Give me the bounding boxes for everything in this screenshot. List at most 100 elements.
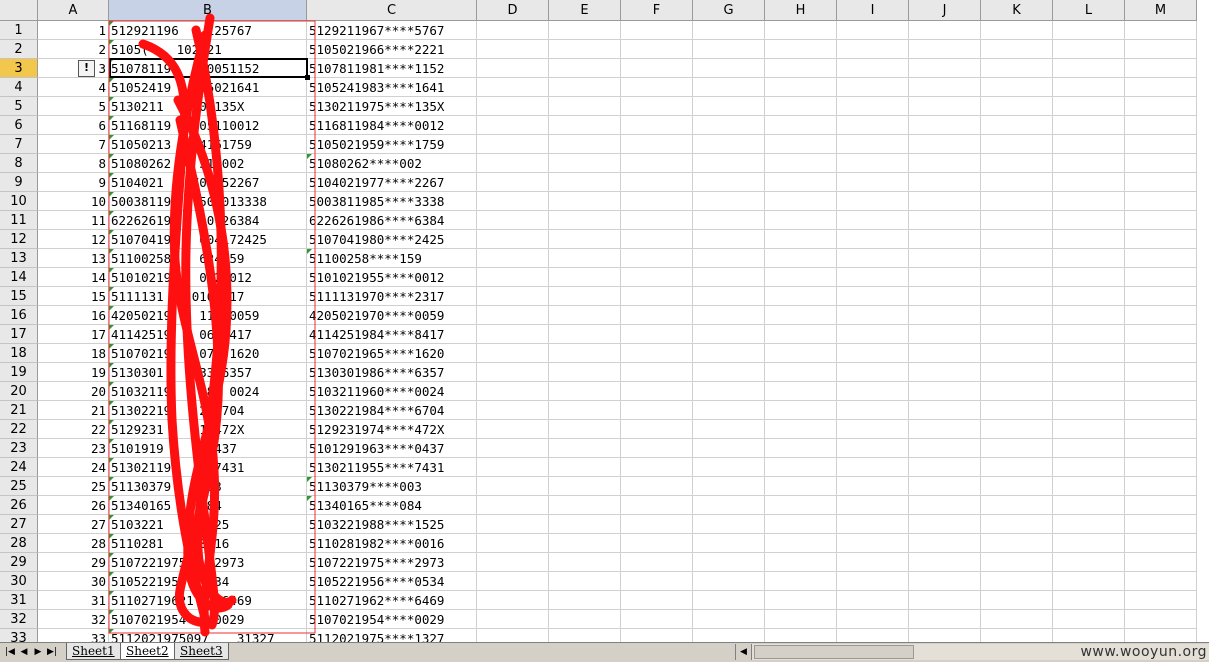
cell-e[interactable] (549, 458, 621, 477)
cell-g[interactable] (693, 534, 765, 553)
cell-k[interactable] (981, 230, 1053, 249)
cell-j[interactable] (909, 553, 981, 572)
cell-c[interactable]: 5107021965****1620 (307, 344, 477, 363)
cell-f[interactable] (621, 572, 693, 591)
tab-sheet2[interactable]: Sheet2 (120, 643, 175, 660)
cell-i[interactable] (837, 173, 909, 192)
cell-h[interactable] (765, 325, 837, 344)
cell-k[interactable] (981, 268, 1053, 287)
column-header-b[interactable]: B (109, 0, 307, 21)
row-header[interactable]: 11 (0, 211, 38, 230)
cell-i[interactable] (837, 439, 909, 458)
row-header[interactable]: 10 (0, 192, 38, 211)
cell-b[interactable]: 510522195 534 (109, 572, 307, 591)
cell-e[interactable] (549, 40, 621, 59)
cell-d[interactable] (477, 287, 549, 306)
cell-e[interactable] (549, 591, 621, 610)
cell-a[interactable]: 14 (38, 268, 109, 287)
cell-g[interactable] (693, 610, 765, 629)
cell-a[interactable]: 8 (38, 154, 109, 173)
cell-a[interactable]: 21 (38, 401, 109, 420)
cell-j[interactable] (909, 629, 981, 642)
cell-h[interactable] (765, 268, 837, 287)
cell-b[interactable]: 5130301 033 6357 (109, 363, 307, 382)
cell-l[interactable] (1053, 420, 1125, 439)
cell-f[interactable] (621, 382, 693, 401)
cell-a[interactable]: 23 (38, 439, 109, 458)
cell-c[interactable]: 5107811981****1152 (307, 59, 477, 78)
cell-a[interactable]: 16 (38, 306, 109, 325)
cell-a[interactable]: 26 (38, 496, 109, 515)
cell-j[interactable] (909, 401, 981, 420)
cell-l[interactable] (1053, 230, 1125, 249)
cell-c[interactable]: 5130301986****6357 (307, 363, 477, 382)
cell-c[interactable]: 5107041980****2425 (307, 230, 477, 249)
cell-e[interactable] (549, 572, 621, 591)
cell-f[interactable] (621, 515, 693, 534)
scroll-thumb[interactable] (754, 645, 914, 659)
cell-g[interactable] (693, 40, 765, 59)
cell-m[interactable] (1125, 287, 1197, 306)
row-header[interactable]: 16 (0, 306, 38, 325)
cell-h[interactable] (765, 78, 837, 97)
cell-l[interactable] (1053, 249, 1125, 268)
cell-j[interactable] (909, 325, 981, 344)
cell-m[interactable] (1125, 572, 1197, 591)
cell-c[interactable]: 5105021959****1759 (307, 135, 477, 154)
cell-e[interactable] (549, 629, 621, 642)
cell-l[interactable] (1053, 496, 1125, 515)
cell-g[interactable] (693, 629, 765, 642)
cell-h[interactable] (765, 154, 837, 173)
cell-f[interactable] (621, 344, 693, 363)
cell-g[interactable] (693, 515, 765, 534)
cell-g[interactable] (693, 116, 765, 135)
cell-i[interactable] (837, 97, 909, 116)
cell-c[interactable]: 51340165****084 (307, 496, 477, 515)
cell-i[interactable] (837, 154, 909, 173)
cell-c[interactable]: 5103211960****0024 (307, 382, 477, 401)
cell-f[interactable] (621, 458, 693, 477)
cell-d[interactable] (477, 344, 549, 363)
cell-b[interactable]: 51032119 080 0024 (109, 382, 307, 401)
cell-m[interactable] (1125, 401, 1197, 420)
cell-b[interactable]: 5129231 11 472X (109, 420, 307, 439)
cell-a[interactable]: 7 (38, 135, 109, 154)
cell-c[interactable]: 6226261986****6384 (307, 211, 477, 230)
cell-d[interactable] (477, 420, 549, 439)
row-header[interactable]: 5 (0, 97, 38, 116)
cell-f[interactable] (621, 268, 693, 287)
cell-b[interactable]: 51302119 087431 (109, 458, 307, 477)
row-header[interactable]: 31 (0, 591, 38, 610)
cell-j[interactable] (909, 211, 981, 230)
cell-f[interactable] (621, 249, 693, 268)
column-header-g[interactable]: G (693, 0, 765, 21)
cell-h[interactable] (765, 135, 837, 154)
cell-f[interactable] (621, 173, 693, 192)
cell-l[interactable] (1053, 40, 1125, 59)
cell-k[interactable] (981, 629, 1053, 642)
cell-f[interactable] (621, 116, 693, 135)
cell-j[interactable] (909, 135, 981, 154)
row-header[interactable]: 30 (0, 572, 38, 591)
cell-l[interactable] (1053, 287, 1125, 306)
cell-b[interactable]: 51080262 513002 (109, 154, 307, 173)
cell-b[interactable]: 51340165 084 (109, 496, 307, 515)
cell-d[interactable] (477, 154, 549, 173)
cell-f[interactable] (621, 325, 693, 344)
cell-a[interactable]: 2 (38, 40, 109, 59)
cell-l[interactable] (1053, 116, 1125, 135)
cell-m[interactable] (1125, 230, 1197, 249)
cell-i[interactable] (837, 534, 909, 553)
cell-i[interactable] (837, 40, 909, 59)
cell-d[interactable] (477, 572, 549, 591)
cell-b[interactable]: 51070219 071 1620 (109, 344, 307, 363)
cell-b[interactable]: 42050219 111 0059 (109, 306, 307, 325)
row-header[interactable]: 20 (0, 382, 38, 401)
column-header-f[interactable]: F (621, 0, 693, 21)
cell-g[interactable] (693, 591, 765, 610)
row-header[interactable]: 2 (0, 40, 38, 59)
cell-g[interactable] (693, 59, 765, 78)
cell-d[interactable] (477, 591, 549, 610)
cell-j[interactable] (909, 59, 981, 78)
cell-c[interactable]: 51130379****003 (307, 477, 477, 496)
